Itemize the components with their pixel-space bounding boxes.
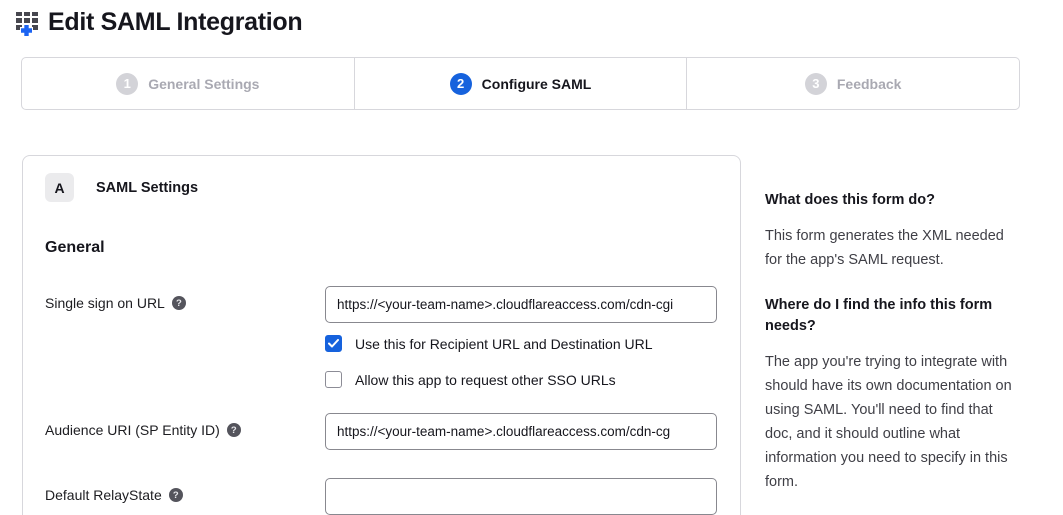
panel-title: SAML Settings [96,180,198,196]
wizard-step-configure-saml[interactable]: 2 Configure SAML [354,58,687,109]
check-icon [328,339,339,348]
checkbox-label: Use this for Recipient URL and Destinati… [355,336,653,352]
step-number-badge: 3 [805,73,827,95]
relay-state-label: Default RelayState [45,487,162,503]
field-row-sso-url: Single sign on URL ? Use this for Recipi… [45,286,718,407]
relay-state-input[interactable] [325,478,717,515]
wizard-step-general-settings[interactable]: 1 General Settings [22,58,354,109]
step-number-badge: 1 [116,73,138,95]
section-a-badge: A [45,173,74,202]
step-number-badge: 2 [450,73,472,95]
sso-url-label: Single sign on URL [45,295,165,311]
step-wizard: 1 General Settings 2 Configure SAML 3 Fe… [21,57,1020,110]
checkbox-box[interactable] [325,335,342,352]
step-label: Feedback [837,76,902,92]
checkbox-recipient-destination[interactable]: Use this for Recipient URL and Destinati… [325,335,718,352]
add-app-grid-icon [15,8,43,40]
checkbox-box[interactable] [325,371,342,388]
help-icon[interactable]: ? [169,488,183,502]
field-row-audience-uri: Audience URI (SP Entity ID) ? [45,413,718,450]
sidebar-body-where: The app you're trying to integrate with … [765,350,1015,494]
sso-url-input[interactable] [325,286,717,323]
sidebar-body-what: This form generates the XML needed for t… [765,224,1015,272]
sidebar-heading-what: What does this form do? [765,190,1015,211]
panel-header: A SAML Settings [45,173,718,202]
saml-settings-panel: A SAML Settings General Single sign on U… [22,155,741,515]
audience-uri-input[interactable] [325,413,717,450]
help-sidebar: What does this form do? This form genera… [765,190,1015,515]
step-label: General Settings [148,76,259,92]
general-section-heading: General [45,239,718,257]
page-header: Edit SAML Integration [15,6,302,38]
checkbox-other-sso-urls[interactable]: Allow this app to request other SSO URLs [325,371,718,388]
wizard-step-feedback[interactable]: 3 Feedback [686,58,1019,109]
help-icon[interactable]: ? [172,296,186,310]
field-row-relay-state: Default RelayState ? If no value is set,… [45,478,718,515]
page-title: Edit SAML Integration [48,8,302,37]
sidebar-heading-where: Where do I find the info this form needs… [765,295,1015,337]
help-icon[interactable]: ? [227,423,241,437]
audience-uri-label: Audience URI (SP Entity ID) [45,422,220,438]
step-label: Configure SAML [482,76,592,92]
checkbox-label: Allow this app to request other SSO URLs [355,372,616,388]
